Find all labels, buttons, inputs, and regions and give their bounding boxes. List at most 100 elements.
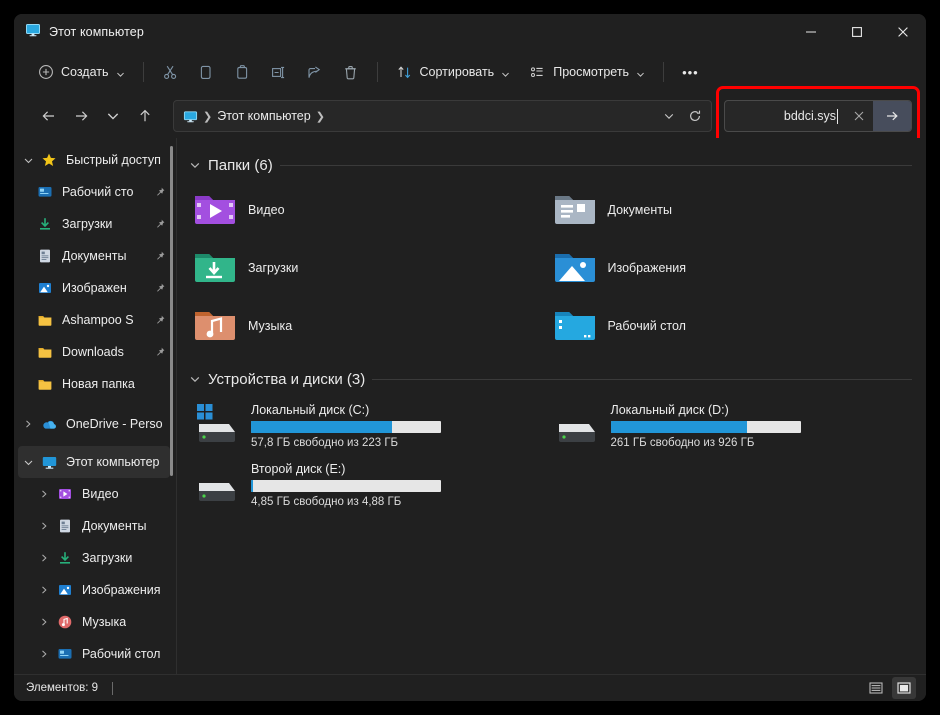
view-list-icon (529, 64, 546, 81)
sidebar-item-this-pc[interactable]: Этот компьютер (18, 446, 170, 478)
paste-button[interactable] (225, 56, 260, 88)
search-go-button[interactable] (873, 101, 911, 131)
toolbar-separator-2 (376, 62, 378, 82)
chevron-down-icon (501, 68, 510, 77)
drive-item[interactable]: Второй диск (E:) 4,85 ГБ свободно из 4,8… (193, 461, 553, 508)
copy-button[interactable] (189, 56, 224, 88)
drive-item[interactable]: Локальный диск (C:) 57,8 ГБ свободно из … (193, 402, 553, 449)
more-options-label: ••• (682, 64, 699, 80)
sidebar-item-documents[interactable]: Документы (18, 240, 170, 272)
drive-usage-bar (251, 480, 441, 492)
this-pc-icon (38, 454, 60, 471)
sidebar-item-downloads[interactable]: Загрузки (18, 208, 170, 240)
details-view-button[interactable] (864, 677, 888, 699)
pin-icon[interactable] (151, 250, 166, 263)
chevron-right-icon[interactable] (18, 419, 38, 429)
sidebar-item-pictures-pc[interactable]: Изображения (18, 574, 170, 606)
folder-item[interactable]: Документы (553, 188, 913, 232)
window-controls (788, 14, 926, 50)
drive-item[interactable]: Локальный диск (D:) 261 ГБ свободно из 9… (553, 402, 913, 449)
sidebar-item-documents-pc[interactable]: Документы (18, 510, 170, 542)
sidebar-item-music-pc[interactable]: Музыка (18, 606, 170, 638)
share-icon (306, 64, 323, 81)
search-input[interactable]: bddci.sys (725, 109, 837, 123)
pin-icon[interactable] (151, 346, 166, 359)
file-list-pane: Папки (6) Видео Документы Загрузки Изобр… (176, 138, 926, 674)
pin-icon[interactable] (151, 282, 166, 295)
rename-button[interactable] (261, 56, 296, 88)
drive-free-text: 57,8 ГБ свободно из 223 ГБ (251, 437, 399, 449)
more-options-button[interactable]: ••• (673, 56, 708, 88)
navigation-pane: Быстрый доступ Рабочий сто Загрузки Доку… (14, 138, 176, 674)
breadcrumb-separator[interactable]: ❯ (203, 110, 212, 123)
large-icons-view-button[interactable] (892, 677, 916, 699)
pin-icon[interactable] (151, 314, 166, 327)
view-button[interactable]: Просмотреть (520, 56, 654, 88)
window-title: Этот компьютер (49, 25, 144, 39)
breadcrumb-current[interactable]: Этот компьютер (217, 109, 310, 123)
up-button[interactable] (130, 101, 160, 131)
chevron-right-icon[interactable] (34, 489, 54, 499)
sidebar-item-label: Ashampoo S (62, 313, 134, 327)
folder-item[interactable]: Изображения (553, 246, 913, 290)
sidebar-scrollbar[interactable] (170, 146, 173, 476)
maximize-button[interactable] (834, 14, 880, 50)
minimize-button[interactable] (788, 14, 834, 50)
folder-item[interactable]: Музыка (193, 304, 553, 348)
chevron-down-icon[interactable] (189, 373, 201, 385)
folders-group-header[interactable]: Папки (6) (189, 150, 912, 180)
address-bar[interactable]: ❯ Этот компьютер ❯ (173, 100, 712, 132)
chevron-right-icon[interactable] (34, 649, 54, 659)
chevron-down-icon (116, 68, 125, 77)
chevron-right-icon[interactable] (34, 553, 54, 563)
folder-item[interactable]: Видео (193, 188, 553, 232)
sidebar-item-downloads-en[interactable]: Downloads (18, 336, 170, 368)
folder-item[interactable]: Загрузки (193, 246, 553, 290)
sidebar-item-desktop-pc[interactable]: Рабочий стол (18, 638, 170, 670)
search-box[interactable]: bddci.sys (724, 100, 912, 132)
delete-button[interactable] (333, 56, 368, 88)
sidebar-item-onedrive[interactable]: OneDrive - Perso (18, 408, 170, 440)
sidebar-item-ashampoo[interactable]: Ashampoo S (18, 304, 170, 336)
view-button-label: Просмотреть (553, 65, 630, 79)
pin-icon[interactable] (151, 186, 166, 199)
sidebar-item-label: Быстрый доступ (66, 153, 161, 167)
status-bar: Элементов: 9 (14, 674, 926, 701)
folder-item[interactable]: Рабочий стол (553, 304, 913, 348)
sort-button-label: Сортировать (419, 65, 495, 79)
drive-icon (553, 402, 601, 449)
chevron-right-icon[interactable] (34, 617, 54, 627)
pin-icon[interactable] (151, 218, 166, 231)
address-dropdown-button[interactable] (656, 103, 682, 129)
drive-info: Второй диск (E:) 4,85 ГБ свободно из 4,8… (251, 461, 441, 508)
chevron-down-icon[interactable] (18, 155, 38, 166)
sidebar-item-new-folder[interactable]: Новая папка (18, 368, 170, 400)
music-icon (54, 614, 76, 630)
sidebar-item-downloads-pc[interactable]: Загрузки (18, 542, 170, 574)
recent-locations-button[interactable] (98, 101, 128, 131)
close-button[interactable] (880, 14, 926, 50)
screenshot-root: Этот компьютер Создать Сортировать Просм… (0, 0, 940, 715)
sidebar-item-pictures[interactable]: Изображен (18, 272, 170, 304)
sidebar-item-desktop[interactable]: Рабочий сто (18, 176, 170, 208)
sidebar-item-quick-access[interactable]: Быстрый доступ (18, 144, 170, 176)
chevron-right-icon[interactable] (34, 521, 54, 531)
chevron-down-icon[interactable] (18, 457, 38, 468)
new-button[interactable]: Создать (28, 56, 134, 88)
chevron-down-icon[interactable] (189, 159, 201, 171)
content-inner: Папки (6) Видео Документы Загрузки Изобр… (177, 138, 926, 508)
refresh-button[interactable] (682, 103, 708, 129)
forward-button[interactable] (66, 101, 96, 131)
item-count-label: Элементов: 9 (26, 682, 99, 694)
cut-button[interactable] (153, 56, 188, 88)
chevron-right-icon[interactable] (34, 585, 54, 595)
clear-search-button[interactable] (845, 101, 873, 131)
share-button[interactable] (297, 56, 332, 88)
sidebar-item-label: Видео (82, 487, 119, 501)
drives-group-header[interactable]: Устройства и диски (3) (189, 364, 912, 394)
breadcrumb-separator-2[interactable]: ❯ (316, 110, 325, 123)
command-toolbar: Создать Сортировать Просмотреть ••• (14, 50, 926, 94)
sort-button[interactable]: Сортировать (387, 56, 520, 88)
sidebar-item-videos[interactable]: Видео (18, 478, 170, 510)
back-button[interactable] (34, 101, 64, 131)
